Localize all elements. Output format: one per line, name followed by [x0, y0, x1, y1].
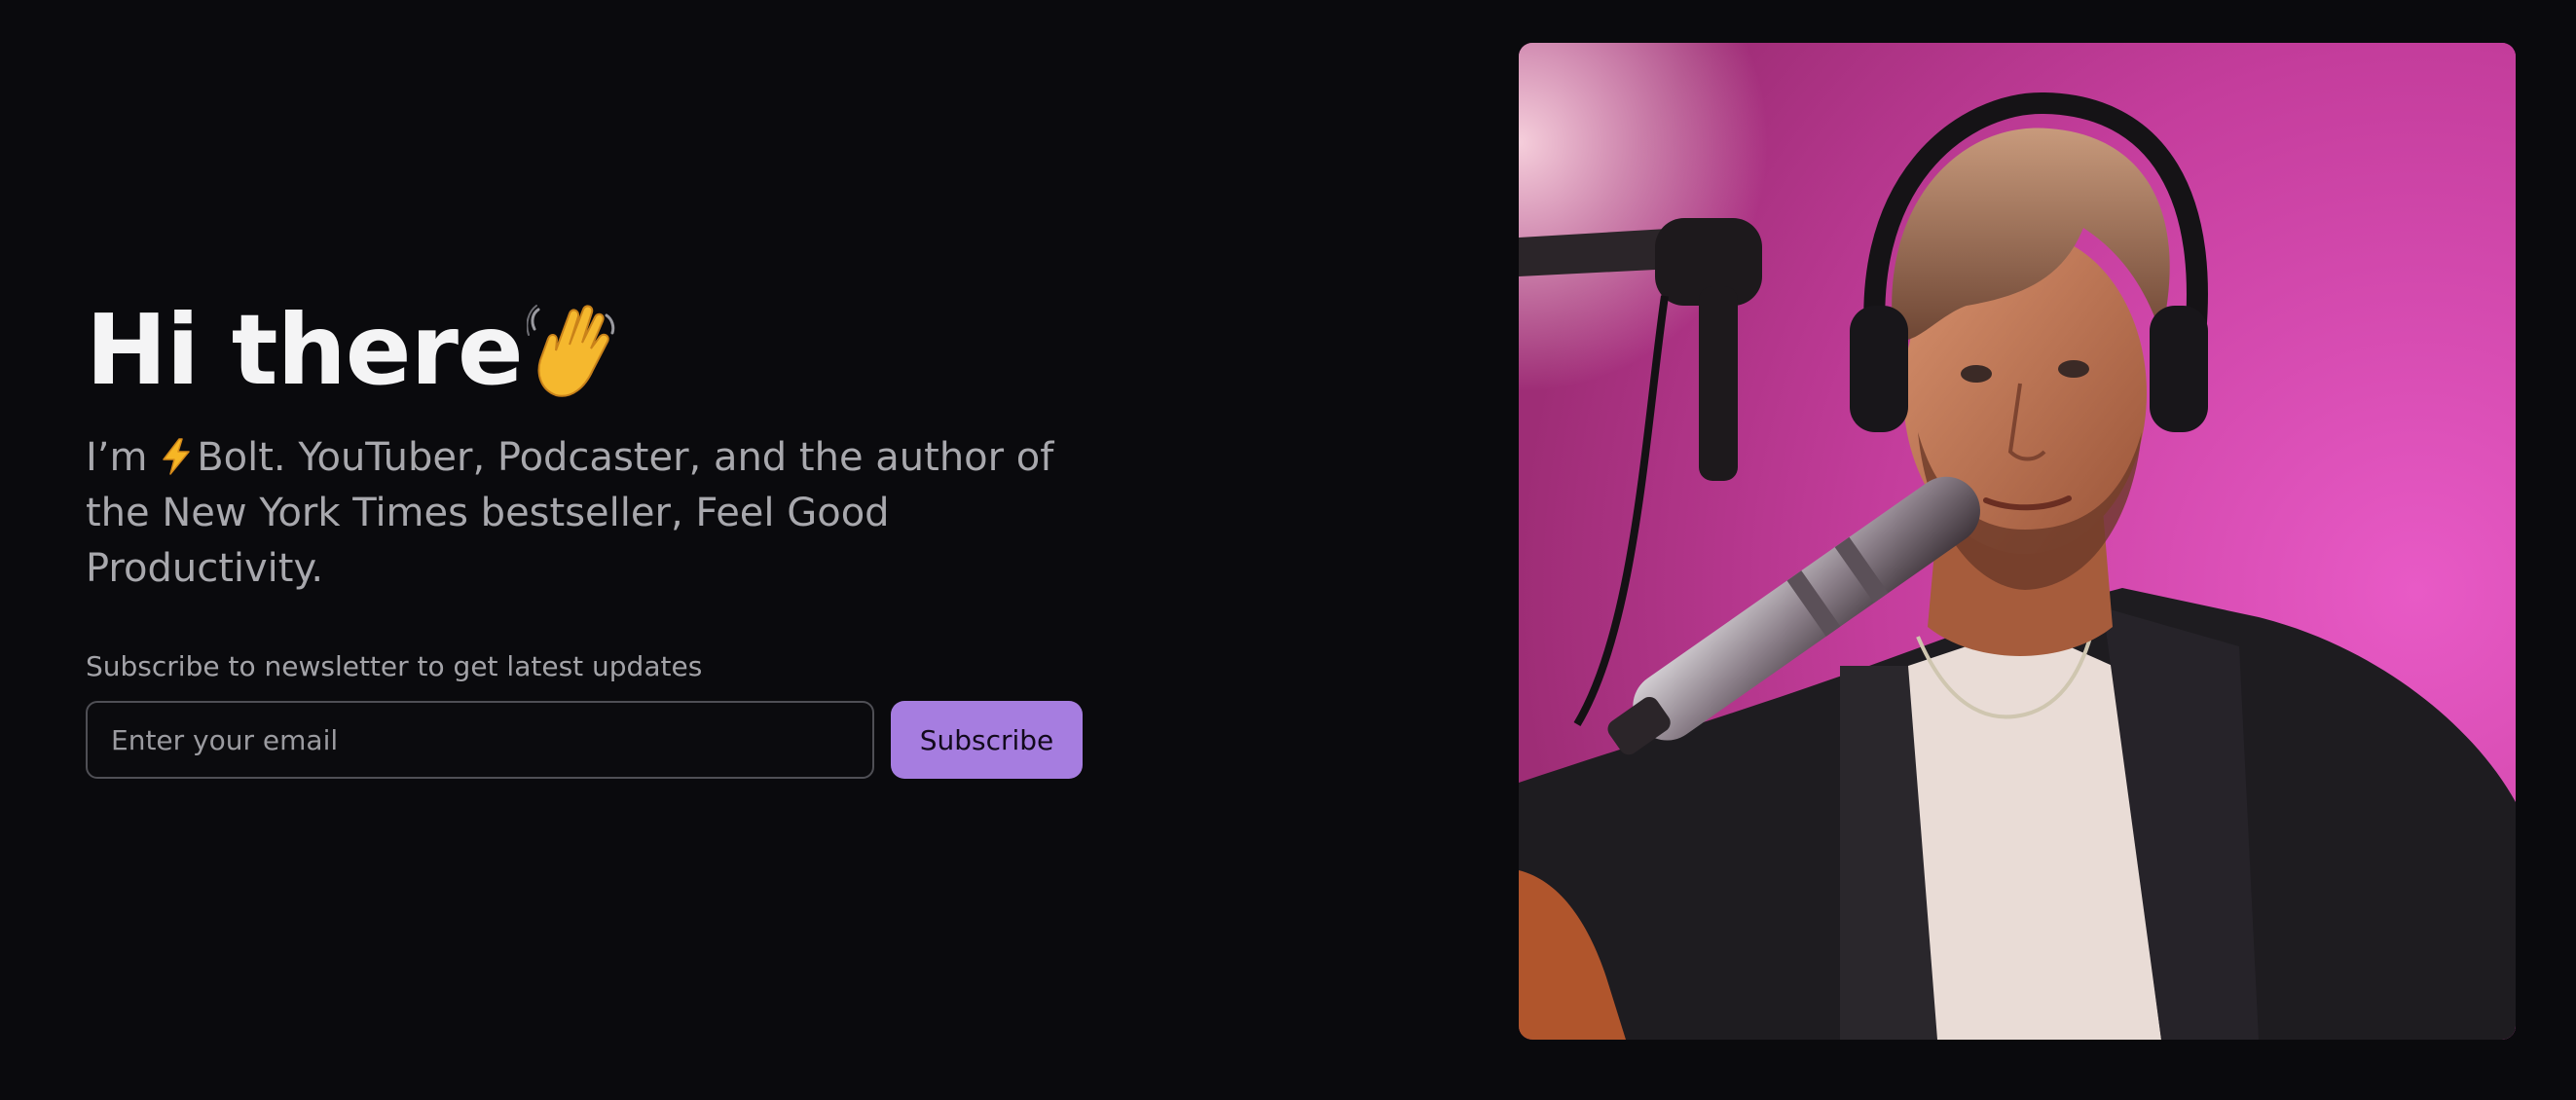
lightning-bolt-icon	[163, 438, 190, 475]
portrait-photo	[1519, 43, 2516, 1040]
title-text: Hi there	[86, 293, 524, 407]
waving-hand-icon	[526, 305, 614, 397]
email-field[interactable]	[86, 701, 874, 779]
intro-body: Bolt. YouTuber, Podcaster, and the autho…	[86, 435, 1054, 591]
intro-text: I’m Bolt. YouTuber, Podcaster, and the a…	[86, 430, 1118, 597]
newsletter-label: Subscribe to newsletter to get latest up…	[86, 650, 703, 682]
page-title: Hi there	[86, 292, 1118, 409]
intro-prefix: I’m	[86, 435, 161, 480]
hero-section: Hi there I’m Bolt. YouTuber, Podcaster, …	[86, 292, 1118, 597]
subscribe-button[interactable]: Subscribe	[891, 701, 1083, 779]
portrait-illustration	[1519, 43, 2516, 1040]
